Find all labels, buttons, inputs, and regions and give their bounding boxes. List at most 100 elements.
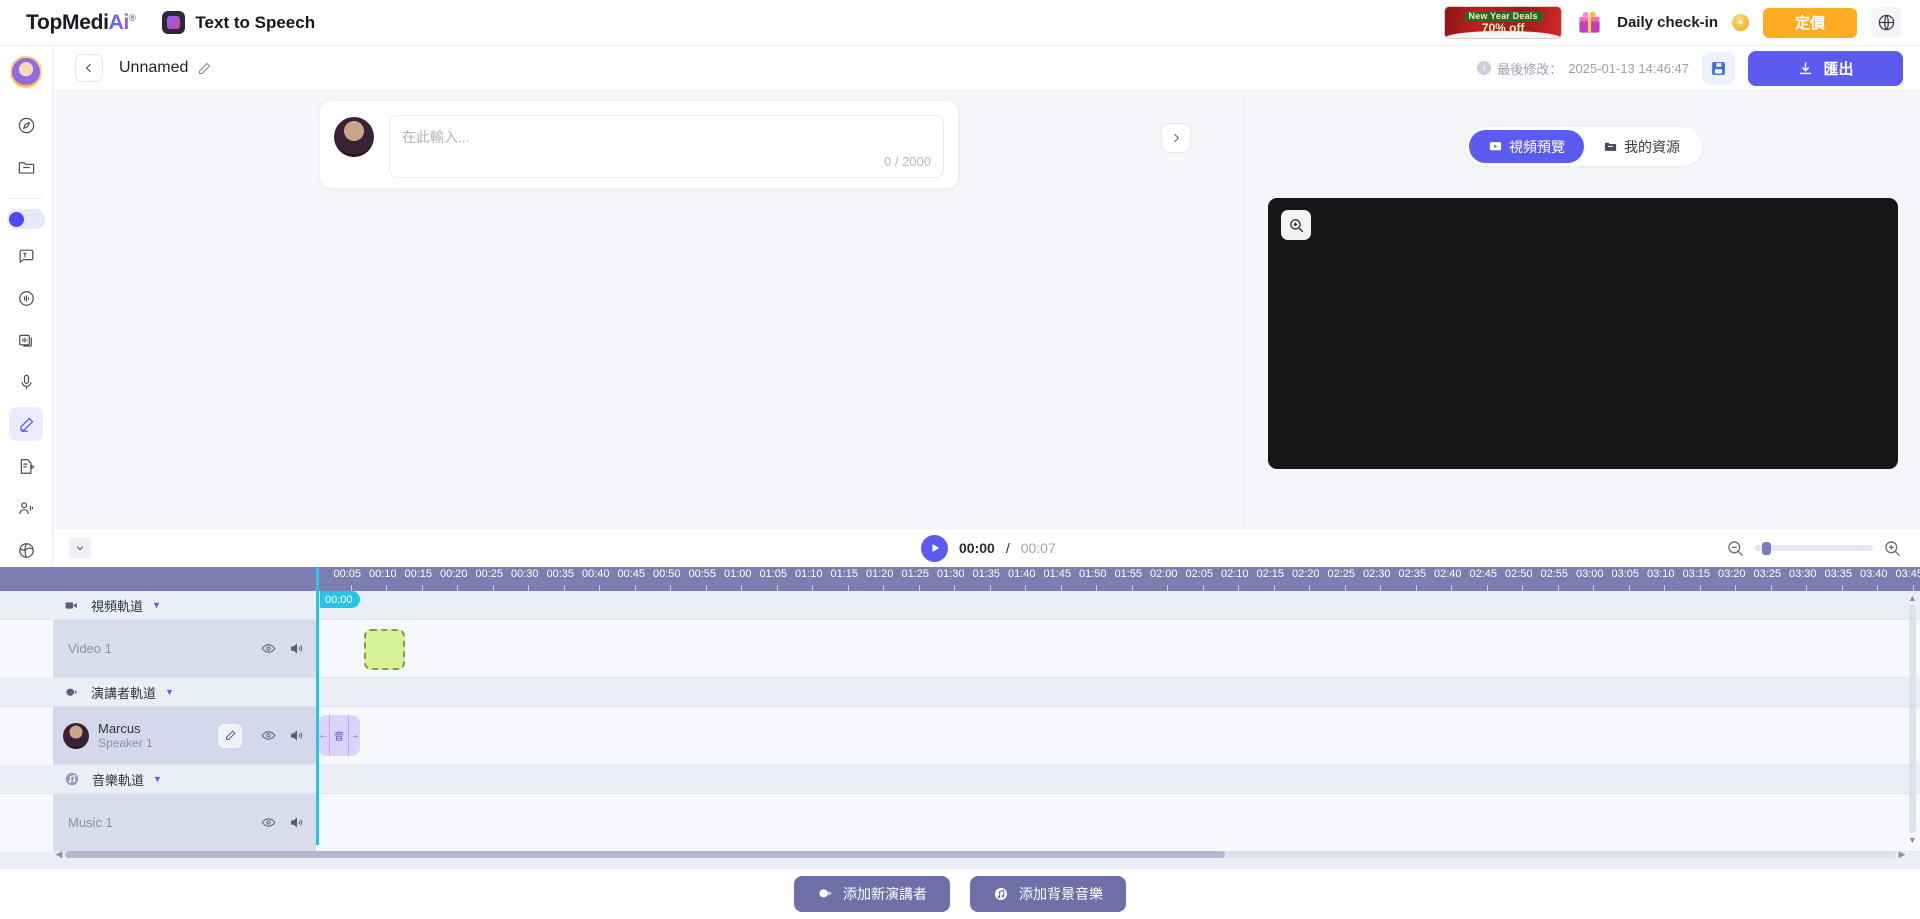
sidebar-item-voice-chat[interactable] [9, 239, 43, 273]
sidebar-item-explore[interactable] [9, 108, 43, 142]
hscroll-left-arrow[interactable]: ◀ [53, 849, 65, 860]
promo-banner[interactable]: New Year Deals 70% off [1444, 6, 1563, 39]
track-speaker-role: Speaker 1 [98, 736, 153, 750]
sidebar-item-text-to-speech[interactable] [9, 407, 43, 441]
magnify-icon[interactable] [1281, 210, 1311, 240]
clip-handle-left[interactable]: ← [318, 715, 330, 756]
eye-icon[interactable] [261, 815, 276, 830]
playhead-line[interactable] [316, 567, 319, 845]
track-speaker-info[interactable]: Marcus Speaker 1 [63, 721, 153, 750]
track-row-label[interactable]: Marcus Speaker 1 [53, 707, 316, 765]
script-input-placeholder: 在此輸入... [402, 129, 470, 145]
track-row-name: Video 1 [68, 641, 112, 656]
track-row-controls [261, 620, 316, 677]
speaker-head-icon [64, 685, 79, 700]
ruler-tick-label: 01:15 [830, 568, 859, 580]
zoom-out-icon[interactable] [1726, 539, 1745, 558]
clip-handle-right[interactable]: → [348, 715, 360, 756]
last-modified-time: 2025-01-13 14:46:47 [1568, 60, 1689, 76]
zoom-slider[interactable] [1755, 542, 1873, 555]
eye-icon[interactable] [261, 728, 276, 743]
back-button[interactable] [75, 54, 103, 82]
track-row-label[interactable]: Video 1 [53, 620, 316, 678]
brand-text: TopMedi [26, 10, 109, 34]
hscroll-thumb[interactable] [65, 850, 1225, 858]
hscroll-right-arrow[interactable]: ▶ [1896, 849, 1908, 860]
zoom-slider-handle[interactable] [1762, 542, 1771, 555]
script-editor-panel: 在此輸入... 0 / 2000 [53, 91, 1243, 529]
ruler-tick-label: 02:40 [1434, 568, 1462, 580]
pencil-icon[interactable] [197, 61, 212, 76]
avatar[interactable] [10, 56, 42, 88]
video-clip[interactable] [364, 629, 405, 670]
toggle-switch[interactable] [7, 209, 45, 229]
add-music-button[interactable]: 添加背景音樂 [970, 876, 1126, 912]
brand-logo[interactable]: TopMediAi® [26, 10, 136, 35]
volume-icon[interactable] [289, 728, 304, 743]
export-button[interactable]: 匯出 [1748, 50, 1903, 86]
ruler-tick-label: 03:05 [1611, 568, 1640, 580]
timeline-ruler[interactable]: 00:05 00:10 00:15 00:20 00:25 00:30 00:35 00:40… [316, 567, 1920, 591]
play-icon [932, 544, 939, 552]
sidebar-item-speaker-person[interactable] [9, 491, 43, 525]
chevron-down-icon[interactable]: ▼ [152, 600, 161, 610]
sidebar-item-folder[interactable] [9, 150, 43, 184]
vscroll-down-arrow[interactable]: ▼ [1908, 835, 1917, 845]
project-bar-actions: i 最後修改： 2025-01-13 14:46:47 匯出 [1477, 50, 1903, 86]
edit-icon[interactable] [218, 723, 242, 748]
track-lane[interactable]: ← 音 → [316, 707, 1920, 765]
track-lane[interactable] [316, 794, 1920, 852]
zoom-in-icon[interactable] [1883, 539, 1902, 558]
ruler-tick-label: 02:10 [1221, 568, 1249, 580]
video-preview-stage[interactable] [1268, 198, 1898, 469]
ruler-tick-label: 01:20 [866, 568, 894, 580]
tab-my-resources-label: 我的資源 [1624, 138, 1680, 155]
ruler-tick-label: 01:25 [901, 568, 930, 580]
tab-my-resources[interactable]: 我的資源 [1584, 130, 1699, 163]
sidebar-item-microphone[interactable] [9, 365, 43, 399]
volume-icon[interactable] [289, 815, 304, 830]
top-bar-actions: New Year Deals 70% off Daily check-in ● … [1444, 6, 1920, 39]
sidebar-item-slides[interactable] [9, 323, 43, 357]
collapse-panel-button[interactable] [69, 537, 91, 559]
add-speaker-button[interactable]: 添加新演講者 [794, 876, 950, 912]
gift-icon [1576, 9, 1603, 36]
track-speaker-avatar [63, 722, 89, 749]
next-page-button[interactable] [1161, 123, 1191, 153]
track-group-header[interactable]: 視頻軌道 ▼ [0, 591, 1920, 620]
language-globe-icon[interactable] [1871, 7, 1902, 38]
sidebar-item-globe-translate[interactable] [9, 533, 43, 567]
daily-checkin-label[interactable]: Daily check-in [1617, 14, 1718, 31]
save-button[interactable] [1702, 51, 1735, 85]
volume-icon[interactable] [289, 641, 304, 656]
track-lane[interactable] [316, 620, 1920, 678]
tab-video-preview[interactable]: 視頻預覽 [1469, 130, 1584, 163]
vscroll-trough[interactable] [1909, 605, 1916, 833]
play-button[interactable] [921, 534, 948, 562]
chevron-down-icon[interactable]: ▼ [165, 687, 174, 697]
page-title: Unnamed [119, 59, 189, 76]
track-group-header[interactable]: 演講者軌道 ▼ [0, 678, 1920, 707]
script-line-card: 在此輸入... 0 / 2000 [320, 101, 958, 188]
track-group-header[interactable]: 音樂軌道 ▼ [0, 765, 1920, 794]
playhead-time-badge[interactable]: 00:00 [320, 591, 360, 608]
sidebar-item-document-audio[interactable] [9, 449, 43, 483]
app-icon [162, 11, 186, 34]
last-modified-label: 最後修改： [1497, 61, 1563, 77]
speaker-avatar[interactable] [334, 117, 374, 157]
hscroll-trough[interactable] [65, 850, 1896, 858]
app-icon-inner [167, 16, 181, 29]
toggle-knob [9, 211, 24, 227]
track-row-label[interactable]: Music 1 [53, 794, 316, 852]
pricing-button[interactable]: 定價 [1763, 7, 1857, 38]
vscroll-up-arrow[interactable]: ▲ [1908, 593, 1917, 603]
eye-icon[interactable] [261, 641, 276, 656]
track-row: Music 1 [0, 794, 1920, 852]
timeline-vscrollbar[interactable]: ▲ ▼ [1908, 593, 1917, 845]
sidebar-item-audio-wave[interactable] [9, 281, 43, 315]
chevron-down-icon[interactable]: ▼ [153, 774, 162, 784]
speaker-clip[interactable]: ← 音 → [318, 715, 360, 756]
timeline-hscrollbar[interactable]: ◀ ▶ [53, 849, 1908, 859]
script-text-input[interactable]: 在此輸入... 0 / 2000 [389, 115, 944, 178]
current-time: 00:00 [959, 540, 995, 556]
